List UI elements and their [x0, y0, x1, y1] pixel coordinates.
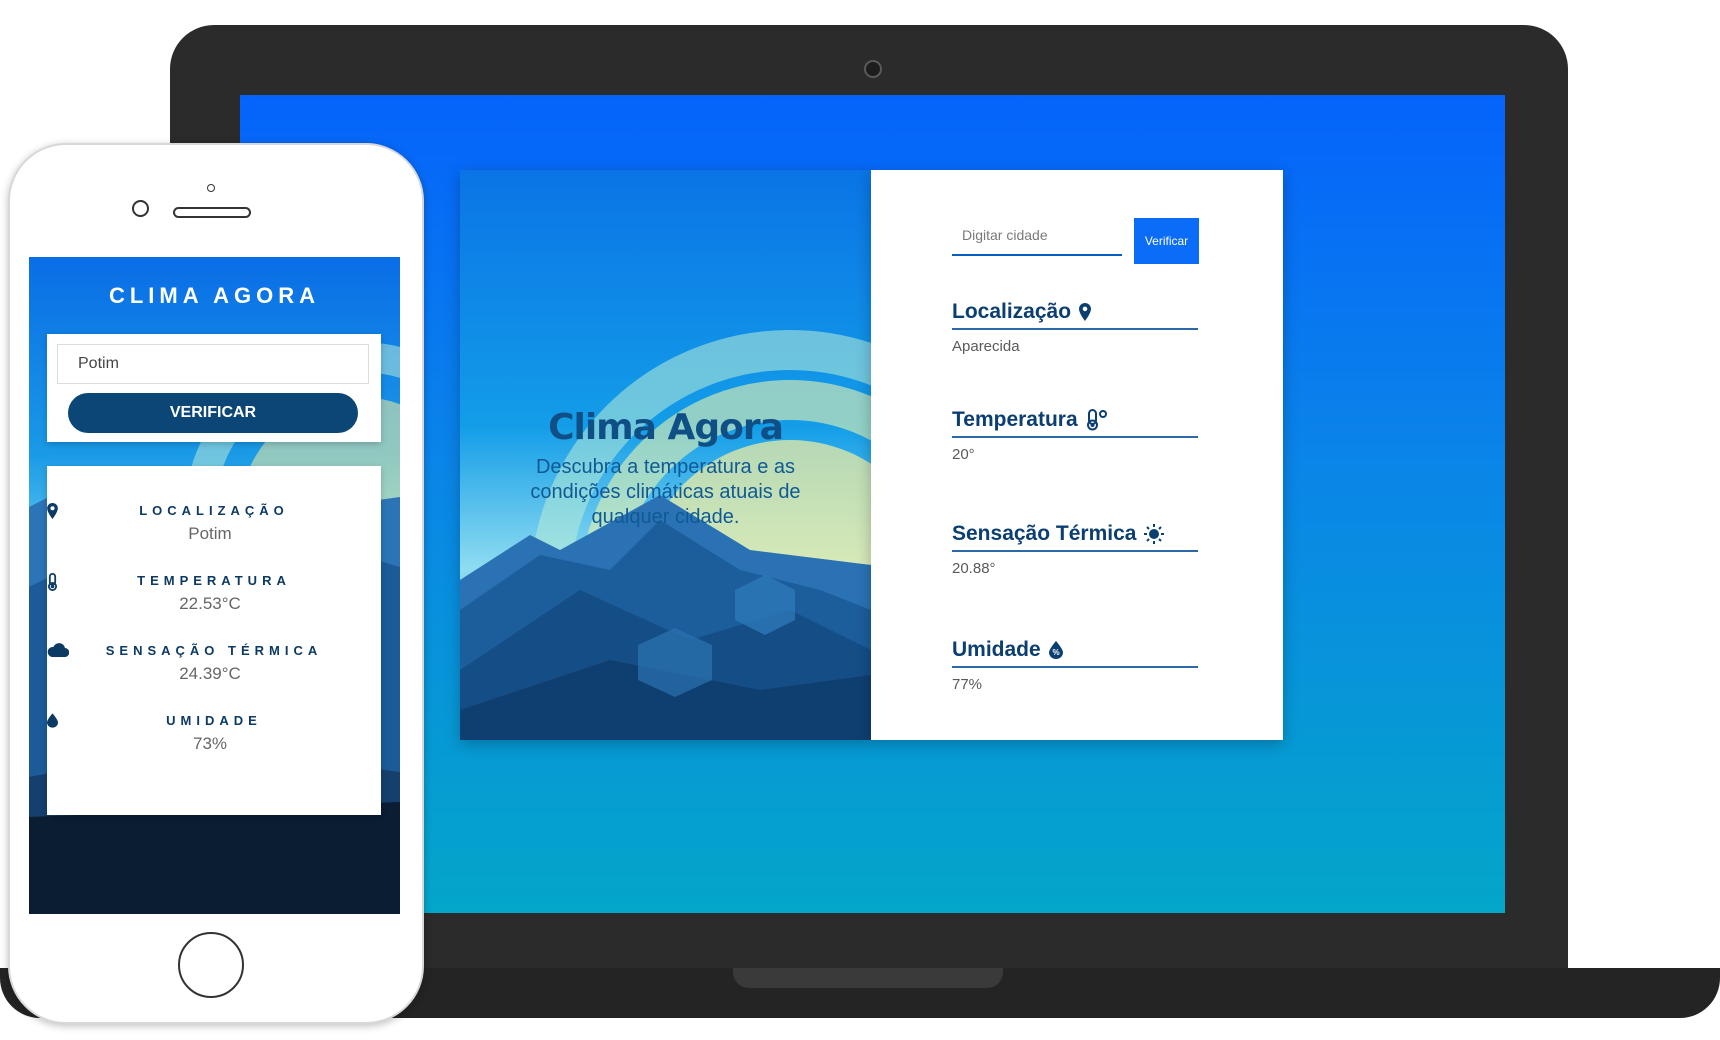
feels-like-label: Sensação Térmica	[952, 522, 1137, 545]
phone-verify-button[interactable]: VERIFICAR	[68, 393, 358, 433]
hero-title: Clima Agora	[548, 407, 784, 448]
verify-button[interactable]: Verificar	[1134, 218, 1199, 264]
location-label: Localização	[952, 300, 1072, 323]
phone-location-label: LOCALIZAÇÃO	[139, 503, 289, 518]
phone-camera	[132, 200, 149, 217]
humidity-drop-icon: %	[1048, 641, 1063, 659]
laptop-camera	[864, 60, 882, 78]
hero-subtitle: Descubra a temperatura e as condições cl…	[530, 456, 801, 528]
phone-screen: CLIMA AGORA VERIFICAR LOCALIZAÇÃO Potim …	[29, 257, 400, 914]
city-search-input[interactable]	[952, 216, 1122, 256]
temperature-info: Temperatura 20°	[952, 408, 1198, 463]
thermometer-icon	[1086, 409, 1108, 431]
humidity-info: Umidade % 77%	[952, 638, 1198, 693]
phone-speaker	[173, 207, 251, 218]
phone-feels-like-label: SENSAÇÃO TÉRMICA	[105, 643, 323, 658]
phone-temperature-label: TEMPERATURA	[137, 573, 291, 588]
hero-card: Clima Agora Descubra a temperatura e as …	[460, 170, 871, 740]
sun-icon	[1144, 524, 1165, 544]
phone-temperature-item: TEMPERATURA 22.53°C	[47, 573, 381, 614]
phone-home-button[interactable]	[178, 932, 244, 998]
humidity-label: Umidade	[952, 638, 1041, 661]
phone-temperature-value: 22.53°C	[179, 594, 241, 613]
location-info: Localização Aparecida	[952, 300, 1198, 355]
temperature-label: Temperatura	[952, 408, 1078, 431]
laptop-notch	[733, 968, 1003, 988]
phone-feels-like-item: SENSAÇÃO TÉRMICA 24.39°C	[47, 643, 381, 684]
humidity-value: 77%	[952, 676, 983, 693]
temperature-value: 20°	[952, 446, 975, 463]
phone-humidity-item: UMIDADE 73%	[47, 713, 381, 754]
phone-humidity-value: 73%	[192, 734, 228, 753]
location-value: Aparecida	[952, 338, 1020, 355]
map-pin-icon	[1079, 303, 1092, 321]
phone-search-form: VERIFICAR	[47, 334, 381, 442]
phone-sensor	[207, 184, 215, 192]
phone-app-title: CLIMA AGORA	[108, 283, 321, 308]
phone-feels-like-value: 24.39°C	[179, 664, 241, 683]
phone-humidity-label: UMIDADE	[166, 713, 262, 728]
svg-text:%: %	[1052, 648, 1059, 657]
feels-like-info: Sensação Térmica 20.88°	[952, 522, 1198, 577]
phone-weather-card: LOCALIZAÇÃO Potim TEMPERATURA 22.53°C SE…	[47, 466, 381, 815]
feels-like-value: 20.88°	[952, 560, 996, 577]
phone-location-value: Potim	[188, 524, 232, 543]
phone-location-item: LOCALIZAÇÃO Potim	[47, 503, 381, 544]
phone-city-input[interactable]	[57, 344, 369, 384]
weather-panel: Verificar Localização Aparecida Temperat…	[871, 170, 1283, 740]
